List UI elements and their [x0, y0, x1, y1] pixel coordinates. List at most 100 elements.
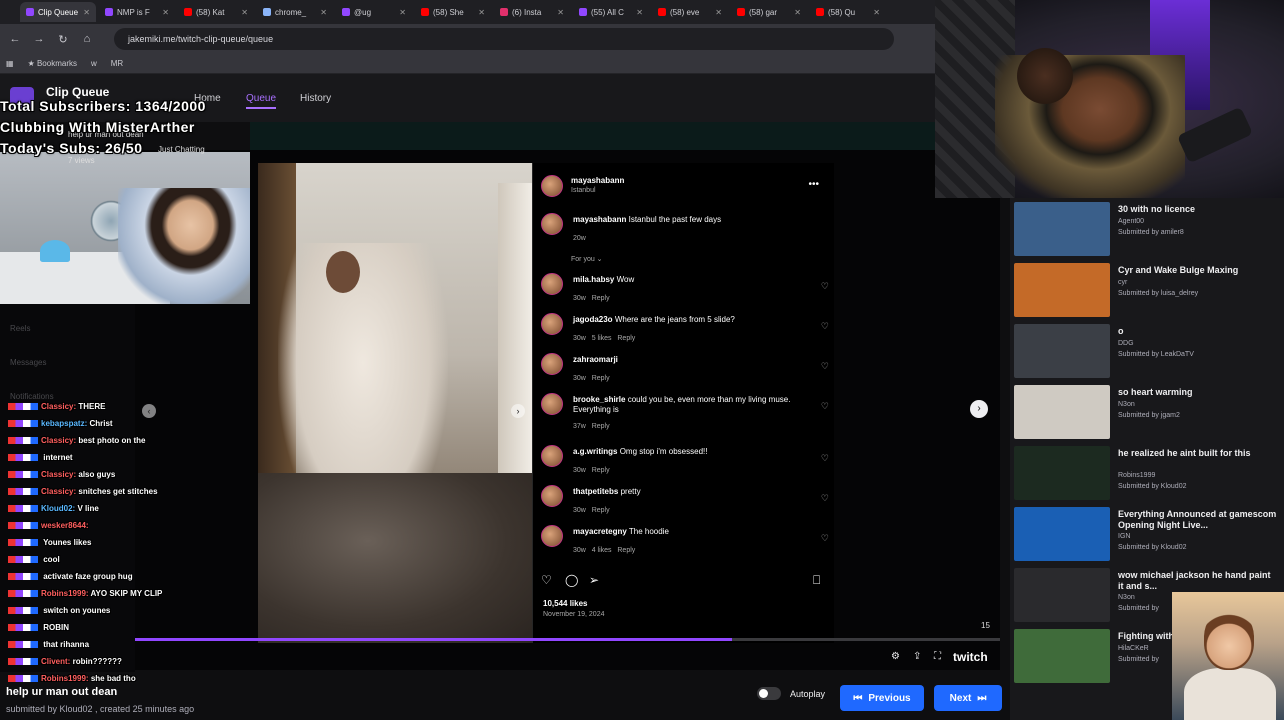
like-count[interactable]: 10,544 likes: [543, 599, 587, 608]
queue-thumbnail[interactable]: [1014, 324, 1110, 378]
close-tab-icon[interactable]: ✕: [794, 8, 801, 17]
chat-username[interactable]: Classicy:: [41, 436, 76, 445]
bookmark-item[interactable]: w: [91, 59, 97, 68]
queue-item[interactable]: Everything Announced at gamescom Opening…: [1014, 503, 1284, 561]
settings-gear-icon[interactable]: ⚙: [891, 651, 900, 662]
queue-item[interactable]: so heart warming N3on Submitted by jgam2: [1014, 381, 1284, 439]
like-heart-icon[interactable]: ♡: [821, 493, 829, 504]
fullscreen-icon[interactable]: ⛶: [934, 651, 941, 662]
reply-link[interactable]: Reply: [617, 547, 635, 554]
chat-username[interactable]: Classicy:: [41, 487, 76, 496]
queue-thumbnail[interactable]: [1014, 629, 1110, 683]
like-icon[interactable]: ♡: [541, 573, 552, 587]
chat-username[interactable]: Robins1999:: [41, 589, 89, 598]
bookmark-item[interactable]: MR: [111, 59, 123, 68]
avatar[interactable]: [541, 445, 563, 467]
browser-tab[interactable]: chrome_ ✕: [257, 2, 333, 22]
url-input[interactable]: jakemiki.me/twitch-clip-queue/queue: [114, 28, 894, 50]
queue-thumbnail[interactable]: [1014, 507, 1110, 561]
like-heart-icon[interactable]: ♡: [821, 281, 829, 292]
share-upload-icon[interactable]: ⇪: [913, 651, 921, 662]
reply-link[interactable]: Reply: [617, 335, 635, 342]
close-tab-icon[interactable]: ✕: [478, 8, 485, 17]
close-tab-icon[interactable]: ✕: [873, 8, 880, 17]
chat-username[interactable]: Classicy:: [41, 402, 76, 411]
post-location[interactable]: Istanbul: [571, 187, 596, 194]
bookmark-icon[interactable]: ⎕: [813, 573, 820, 588]
next-button[interactable]: Next ⏭: [934, 685, 1002, 711]
like-heart-icon[interactable]: ♡: [821, 321, 829, 332]
home-icon[interactable]: ⌂: [80, 33, 94, 45]
video-progress-bar[interactable]: [135, 638, 1000, 641]
browser-tab[interactable]: (55) All C ✕: [573, 2, 649, 22]
avatar[interactable]: [541, 273, 563, 295]
avatar[interactable]: [541, 213, 563, 235]
close-tab-icon[interactable]: ✕: [399, 8, 406, 17]
like-heart-icon[interactable]: ♡: [821, 533, 829, 544]
nav-history[interactable]: History: [300, 93, 331, 104]
comment-likes[interactable]: 4 likes: [592, 547, 612, 554]
next-slide-icon[interactable]: ›: [970, 400, 988, 418]
sidebar-item-messages[interactable]: Messages: [10, 358, 46, 367]
like-heart-icon[interactable]: ♡: [821, 401, 829, 412]
close-tab-icon[interactable]: ✕: [162, 8, 169, 17]
queue-item[interactable]: he realized he aint built for this Robins…: [1014, 442, 1284, 500]
chat-username[interactable]: Robins1999:: [41, 674, 89, 683]
caption-user[interactable]: mayashabann: [573, 215, 626, 224]
reply-link[interactable]: Reply: [592, 507, 610, 514]
browser-tab[interactable]: (58) eve ✕: [652, 2, 728, 22]
comment-user[interactable]: mila.habsy: [573, 275, 614, 284]
browser-tab[interactable]: (6) Insta ✕: [494, 2, 570, 22]
queue-thumbnail[interactable]: [1014, 385, 1110, 439]
sidebar-item-reels[interactable]: Reels: [10, 324, 30, 333]
twitch-logo[interactable]: twitch: [953, 650, 988, 664]
reply-link[interactable]: Reply: [592, 295, 610, 302]
browser-tab[interactable]: NMP is F ✕: [99, 2, 175, 22]
queue-thumbnail[interactable]: [1014, 446, 1110, 500]
previous-button[interactable]: ⏮ Previous: [840, 685, 924, 711]
nav-queue[interactable]: Queue: [246, 93, 277, 109]
share-icon[interactable]: ➢: [589, 573, 599, 587]
like-heart-icon[interactable]: ♡: [821, 361, 829, 372]
like-heart-icon[interactable]: ♡: [821, 453, 829, 464]
comment-likes[interactable]: 5 likes: [592, 335, 612, 342]
forward-arrow-icon[interactable]: →: [32, 33, 46, 45]
close-tab-icon[interactable]: ✕: [241, 8, 248, 17]
reply-link[interactable]: Reply: [592, 375, 610, 382]
queue-item[interactable]: o DDG Submitted by LeakDaTV: [1014, 320, 1284, 378]
queue-thumbnail[interactable]: [1014, 568, 1110, 622]
bookmark-item[interactable]: ★ Bookmarks: [28, 59, 77, 68]
comment-user[interactable]: a.g.writings: [573, 447, 617, 456]
apps-grid-icon[interactable]: ▦: [6, 59, 14, 68]
post-username[interactable]: mayashabann: [571, 176, 624, 185]
chat-username[interactable]: Clivent:: [41, 657, 70, 666]
comment-user[interactable]: mayacretegny: [573, 527, 627, 536]
avatar[interactable]: [541, 353, 563, 375]
queue-item[interactable]: Cyr and Wake Bulge Maxing cyr Submitted by…: [1014, 259, 1284, 317]
carousel-next-icon[interactable]: ›: [511, 404, 525, 418]
browser-tab[interactable]: (58) gar ✕: [731, 2, 807, 22]
reload-icon[interactable]: ↻: [56, 33, 70, 46]
chat-username[interactable]: kebapspatz:: [41, 419, 87, 428]
avatar[interactable]: [541, 525, 563, 547]
for-you-label[interactable]: For you ⌄: [571, 255, 603, 263]
comment-user[interactable]: thatpetitebs: [573, 487, 618, 496]
avatar[interactable]: [541, 485, 563, 507]
chat-username[interactable]: wesker8644:: [41, 521, 89, 530]
close-tab-icon[interactable]: ✕: [557, 8, 564, 17]
reply-link[interactable]: Reply: [592, 423, 610, 430]
sidebar-item-notifications[interactable]: Notifications: [10, 392, 54, 401]
queue-thumbnail[interactable]: [1014, 202, 1110, 256]
close-tab-icon[interactable]: ✕: [83, 8, 90, 17]
comment-icon[interactable]: ◯: [565, 573, 578, 587]
comment-user[interactable]: zahraomarji: [573, 355, 618, 364]
back-arrow-icon[interactable]: ←: [8, 33, 22, 45]
close-tab-icon[interactable]: ✕: [715, 8, 722, 17]
browser-tab[interactable]: (58) Qu ✕: [810, 2, 886, 22]
queue-item[interactable]: 30 with no licence Agent00 Submitted by am…: [1014, 198, 1284, 256]
browser-tab[interactable]: @ug ✕: [336, 2, 412, 22]
browser-tab[interactable]: Clip Queue ✕: [20, 2, 96, 22]
queue-thumbnail[interactable]: [1014, 263, 1110, 317]
avatar[interactable]: [541, 175, 563, 197]
close-tab-icon[interactable]: ✕: [636, 8, 643, 17]
